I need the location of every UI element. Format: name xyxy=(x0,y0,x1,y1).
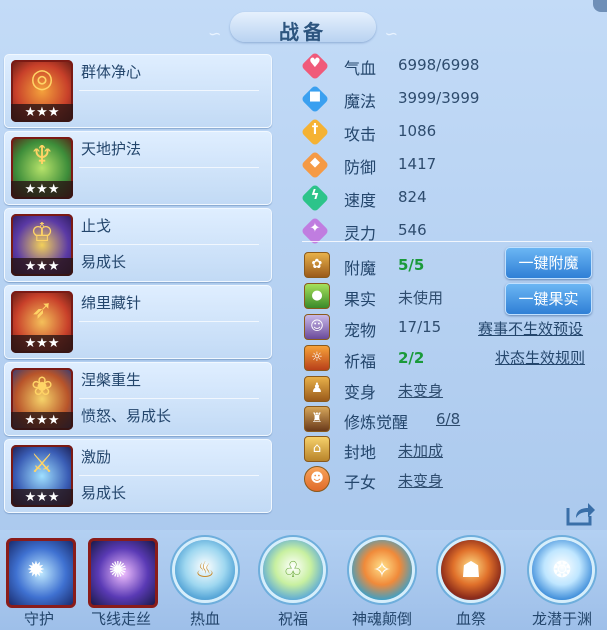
skill-sub: 易成长 xyxy=(81,484,127,502)
divider xyxy=(79,398,259,399)
bottom-skill-label: 神魂颠倒 xyxy=(351,610,412,628)
stat-value: 6998/6998 xyxy=(398,56,480,74)
shield-icon: ◆ xyxy=(300,150,330,180)
pet-icon[interactable]: ☺ xyxy=(304,314,330,340)
skill-name: 涅槃重生 xyxy=(81,371,142,389)
stat-label: 气血 xyxy=(344,59,377,78)
bottom-skill-label: 热血 xyxy=(189,610,220,628)
fief-icon[interactable]: ⌂ xyxy=(304,436,330,462)
prop-label: 附魔 xyxy=(344,259,377,278)
prop-value: 17/15 xyxy=(398,318,442,336)
bottom-skill-dragon-dive[interactable]: ❂ 龙潜于渊 xyxy=(525,536,599,630)
needle-icon: ➶ ★★★ xyxy=(11,291,73,353)
enchant-icon[interactable]: ✿ xyxy=(304,252,330,278)
stat-value: 824 xyxy=(398,188,427,206)
skill-name: 激励 xyxy=(81,448,112,466)
bottom-skill-label: 飞线走丝 xyxy=(90,610,151,628)
cultivate-icon[interactable]: ♜ xyxy=(304,406,330,432)
inspire-icon: ⚔ ★★★ xyxy=(11,445,73,507)
divider xyxy=(79,90,259,91)
dragon-icon: ♆ ★★★ xyxy=(11,137,73,199)
mana-icon: ■ xyxy=(300,84,330,114)
bottom-skill-guard[interactable]: ✹ 守护 xyxy=(2,536,76,630)
bottom-skill-label: 血祭 xyxy=(455,610,486,628)
stat-label: 攻击 xyxy=(344,125,377,144)
skill-name: 天地护法 xyxy=(81,140,142,158)
child-icon[interactable]: ☻ xyxy=(304,466,330,492)
skill-name: 止戈 xyxy=(81,217,112,235)
prop-label: 修炼觉醒 xyxy=(344,413,409,432)
stat-label: 防御 xyxy=(344,158,377,177)
prop-label: 宠物 xyxy=(344,321,377,340)
skill-card[interactable]: ⚔ ★★★ 激励 易成长 xyxy=(4,439,272,513)
title-bar: ∽ ∽ 战备 xyxy=(208,10,398,44)
skill-sub: 愤怒、易成长 xyxy=(81,407,172,425)
prop-label: 祈福 xyxy=(344,352,377,371)
skill-card[interactable]: ♔ ★★★ 止戈 易成长 xyxy=(4,208,272,282)
fruit-icon[interactable]: ● xyxy=(304,283,330,309)
divider xyxy=(302,241,592,242)
bottom-skill-label: 守护 xyxy=(23,610,54,628)
prop-value[interactable]: 未加成 xyxy=(398,440,443,461)
bottom-skill-charm[interactable]: ✧ 神魂颠倒 xyxy=(345,536,419,630)
page-title: 战备 xyxy=(279,20,327,44)
stat-value: 546 xyxy=(398,221,427,239)
skill-sub: 易成长 xyxy=(81,253,127,271)
speed-icon: ϟ xyxy=(300,183,330,213)
prop-label: 封地 xyxy=(344,443,377,462)
prop-label: 果实 xyxy=(344,290,377,309)
prop-value[interactable]: 未变身 xyxy=(398,380,443,401)
bottom-skill-bloodrite[interactable]: ☗ 血祭 xyxy=(434,536,508,630)
prop-label: 子女 xyxy=(344,473,377,492)
fruit-all-button[interactable]: 一键果实 xyxy=(505,283,592,315)
status-rules-link[interactable]: 状态生效规则 xyxy=(495,347,585,368)
stat-value: 3999/3999 xyxy=(398,89,480,107)
skill-card[interactable]: ❀ ★★★ 涅槃重生 愤怒、易成长 xyxy=(4,362,272,436)
sword-icon: † xyxy=(300,117,330,147)
divider xyxy=(79,321,259,322)
heart-icon: ♥ xyxy=(300,51,330,81)
prop-value: 未使用 xyxy=(398,289,444,307)
prop-label: 变身 xyxy=(344,383,377,402)
prop-value: 2/2 xyxy=(398,349,425,367)
skill-card[interactable]: ◎ ★★★ 群体净心 xyxy=(4,54,272,128)
warrior-icon: ♔ ★★★ xyxy=(11,214,73,276)
stat-label: 魔法 xyxy=(344,92,377,111)
transform-icon[interactable]: ♟ xyxy=(304,376,330,402)
ring-icon: ◎ ★★★ xyxy=(11,60,73,122)
stat-value: 1417 xyxy=(398,155,437,173)
skill-card[interactable]: ➶ ★★★ 绵里藏针 xyxy=(4,285,272,359)
equipment-panel: ∽ ∽ 战备 ◎ ★★★ 群体净心 ♆ ★★★ 天地护法 ♔ ★★★ 止戈 易成长 ➶… xyxy=(0,0,607,630)
skill-name: 绵里藏针 xyxy=(81,294,142,312)
bottom-skill-bless[interactable]: ♧ 祝福 xyxy=(256,536,330,630)
bottom-skill-label: 祝福 xyxy=(277,610,308,628)
bottom-skill-silk[interactable]: ✺ 飞线走丝 xyxy=(84,536,158,630)
skill-name: 群体净心 xyxy=(81,63,142,81)
prop-value: 5/5 xyxy=(398,256,425,274)
bottom-skill-label: 龙潜于渊 xyxy=(531,610,592,628)
corner-tab[interactable] xyxy=(593,0,607,12)
stat-value: 1086 xyxy=(398,122,437,140)
divider xyxy=(79,244,259,245)
enchant-all-button[interactable]: 一键附魔 xyxy=(505,247,592,279)
bottom-skill-hotblood[interactable]: ♨ 热血 xyxy=(168,536,242,630)
stat-label: 速度 xyxy=(344,191,377,210)
divider xyxy=(79,475,259,476)
event-preset-link[interactable]: 赛事不生效预设 xyxy=(478,318,583,339)
pray-icon[interactable]: ☼ xyxy=(304,345,330,371)
divider xyxy=(79,167,259,168)
prop-value[interactable]: 未变身 xyxy=(398,470,443,491)
share-icon[interactable] xyxy=(566,500,596,526)
skill-card[interactable]: ♆ ★★★ 天地护法 xyxy=(4,131,272,205)
phoenix-icon: ❀ ★★★ xyxy=(11,368,73,430)
prop-value[interactable]: 6/8 xyxy=(436,410,460,428)
